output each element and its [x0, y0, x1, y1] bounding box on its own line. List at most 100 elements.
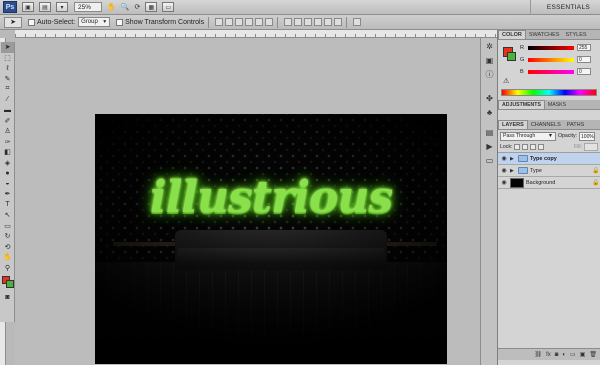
lock-pixels-icon[interactable] — [522, 144, 529, 150]
gamut-warning-icon[interactable]: ⚠ — [503, 77, 509, 85]
red-value-field[interactable]: 255 — [577, 44, 591, 51]
show-transform-checkbox[interactable]: Show Transform Controls — [116, 18, 204, 26]
layer-row[interactable]: ◉ ▶ Type 🔒 — [498, 165, 600, 177]
hand-tool-button[interactable]: ✋ — [107, 2, 116, 13]
align-top-icon[interactable] — [215, 18, 224, 26]
rotate-view-button[interactable]: ⟳ — [134, 2, 140, 13]
blur-tool[interactable]: ● — [1, 168, 14, 179]
info-icon[interactable]: ⓘ — [483, 68, 496, 80]
expand-triangle-icon[interactable]: ▶ — [510, 156, 516, 162]
show-transform-box[interactable] — [116, 18, 124, 26]
tab-styles[interactable]: STYLES — [562, 30, 589, 39]
auto-select-dropdown[interactable]: Group ▼ — [78, 17, 111, 27]
tab-paths[interactable]: PATHS — [564, 120, 588, 129]
visibility-eye-icon[interactable]: ◉ — [500, 179, 508, 187]
eraser-tool[interactable]: ◧ — [1, 147, 14, 158]
trash-icon[interactable]: 🗑 — [589, 351, 597, 358]
screen-mode-button[interactable]: ▭ — [162, 2, 175, 13]
blue-value-field[interactable]: 0 — [577, 68, 591, 75]
gradient-tool[interactable]: ◈ — [1, 158, 14, 169]
zoom-level-field[interactable]: 25% — [74, 2, 102, 12]
align-hcenter-icon[interactable] — [255, 18, 264, 26]
gear-icon[interactable]: ✲ — [483, 40, 496, 52]
layer-row[interactable]: ◉ Background 🔒 — [498, 177, 600, 189]
blend-mode-dropdown[interactable]: Pass Through ▼ — [500, 131, 556, 141]
green-value-field[interactable]: 0 — [577, 56, 591, 63]
distribute-bottom-icon[interactable] — [304, 18, 313, 26]
layer-mask-icon[interactable]: ◙ — [555, 352, 559, 358]
auto-select-box[interactable] — [28, 18, 35, 26]
horizontal-ruler[interactable] — [15, 30, 497, 38]
distribute-top-icon[interactable] — [284, 18, 293, 26]
actions-icon[interactable]: ▶ — [483, 140, 496, 152]
tool-preset-picker[interactable]: ➤ — [4, 16, 22, 28]
notes-icon[interactable]: ▭ — [483, 154, 496, 166]
blue-slider[interactable] — [528, 69, 574, 74]
history-brush-tool[interactable]: ✑ — [1, 137, 14, 148]
bridge-button[interactable]: ▣ — [22, 2, 34, 13]
green-slider[interactable] — [528, 57, 574, 62]
lasso-tool[interactable]: ℓ — [1, 63, 14, 74]
3d-orbit-tool[interactable]: ⟲ — [1, 242, 14, 253]
canvas-workspace[interactable]: illustrious — [15, 38, 497, 365]
opacity-field[interactable]: 100% — [579, 131, 596, 141]
view-extras-button[interactable]: ▾ — [56, 2, 68, 13]
workspace-switcher[interactable]: ESSENTIALS — [529, 0, 600, 15]
clone-stamp-tool[interactable]: ♙ — [1, 126, 14, 137]
arrange-documents-button[interactable]: ▦ — [145, 2, 158, 13]
path-select-tool[interactable]: ↖ — [1, 210, 14, 221]
auto-select-checkbox[interactable]: Auto-Select: — [28, 18, 75, 26]
tab-color[interactable]: COLOR — [498, 30, 526, 39]
tab-swatches[interactable]: SWATCHES — [526, 30, 563, 39]
align-vcenter-icon[interactable] — [225, 18, 234, 26]
minibridge-button[interactable]: ▤ — [39, 2, 51, 13]
background-color-swatch[interactable] — [6, 280, 14, 288]
quick-mask-button[interactable]: ◙ — [1, 292, 14, 303]
distribute-right-icon[interactable] — [334, 18, 343, 26]
zoom-tool[interactable]: ⚲ — [1, 263, 14, 274]
adjustment-layer-icon[interactable]: ◐ — [562, 352, 566, 358]
document-canvas[interactable]: illustrious — [95, 114, 447, 364]
pen-tool[interactable]: ✒ — [1, 189, 14, 200]
tab-masks[interactable]: MASKS — [545, 100, 569, 109]
hand-tool[interactable]: ✋ — [1, 252, 14, 263]
visibility-eye-icon[interactable]: ◉ — [500, 167, 508, 175]
lock-transparency-icon[interactable] — [514, 144, 521, 150]
layer-style-icon[interactable]: fx — [546, 352, 551, 358]
zoom-tool-button[interactable]: 🔍 — [121, 2, 130, 13]
tab-adjustments[interactable]: ADJUSTMENTS — [498, 100, 545, 109]
auto-align-icon[interactable] — [353, 18, 362, 26]
dodge-tool[interactable]: ◒ — [1, 179, 14, 190]
expand-triangle-icon[interactable]: ▶ — [510, 168, 516, 174]
color-panel-background[interactable] — [507, 52, 516, 61]
mini-bridge-icon[interactable]: ▣ — [483, 54, 496, 66]
red-slider[interactable] — [528, 45, 574, 50]
link-layers-icon[interactable]: ⛓ — [534, 351, 542, 358]
distribute-left-icon[interactable] — [314, 18, 323, 26]
color-swatches[interactable] — [1, 276, 14, 289]
tab-layers[interactable]: LAYERS — [498, 120, 528, 129]
quick-select-tool[interactable]: ✎ — [1, 74, 14, 85]
brush-tool[interactable]: ✐ — [1, 116, 14, 127]
align-bottom-icon[interactable] — [235, 18, 244, 26]
type-tool[interactable]: T — [1, 200, 14, 211]
new-layer-icon[interactable]: ▣ — [580, 351, 586, 358]
clone-source-icon[interactable]: ♣ — [483, 106, 496, 118]
history-icon[interactable]: ▤ — [483, 126, 496, 138]
shape-tool[interactable]: ▭ — [1, 221, 14, 232]
layer-row[interactable]: ◉ ▶ Type copy — [498, 153, 600, 165]
color-spectrum-ramp[interactable] — [501, 89, 597, 96]
3d-rotate-tool[interactable]: ↻ — [1, 231, 14, 242]
align-left-icon[interactable] — [245, 18, 254, 26]
eyedropper-tool[interactable]: ⁄ — [1, 95, 14, 106]
fill-field[interactable] — [584, 143, 598, 151]
new-group-icon[interactable]: ▭ — [570, 351, 576, 358]
lock-all-icon[interactable] — [538, 144, 545, 150]
align-right-icon[interactable] — [265, 18, 274, 26]
healing-brush-tool[interactable]: ▬ — [1, 105, 14, 116]
brush-presets-icon[interactable]: ✤ — [483, 92, 496, 104]
distribute-vcenter-icon[interactable] — [294, 18, 303, 26]
move-tool[interactable]: ➤ — [1, 42, 14, 53]
crop-tool[interactable]: ⌗ — [1, 84, 14, 95]
marquee-tool[interactable]: ⬚ — [1, 53, 14, 64]
